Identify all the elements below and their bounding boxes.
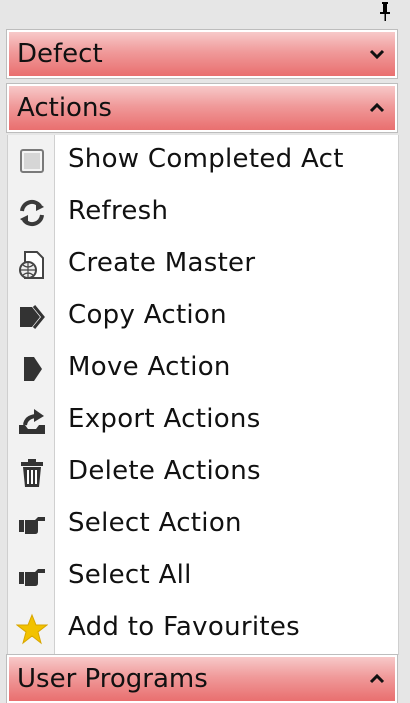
action-delete[interactable]: Delete Actions (8, 447, 398, 499)
trash-icon (21, 459, 43, 487)
section-header-defect[interactable]: Defect (6, 29, 398, 79)
arrow-tag-icon (24, 357, 42, 381)
panel-top-bar (0, 0, 410, 24)
action-create-master[interactable]: Create Master (8, 239, 398, 291)
double-arrow-icon (20, 305, 45, 329)
pointing-hand-icon (19, 569, 45, 586)
actions-list: Show Completed Act Refresh Create Master… (7, 135, 399, 655)
section-header-actions[interactable]: Actions (6, 83, 398, 133)
document-globe-icon (19, 251, 44, 279)
chevron-up-icon[interactable] (369, 102, 385, 114)
action-label: Add to Favourites (68, 612, 300, 642)
action-label: Move Action (68, 352, 231, 382)
action-add-favourites[interactable]: Add to Favourites (8, 603, 398, 655)
action-label: Delete Actions (68, 456, 261, 486)
action-label: Copy Action (68, 300, 227, 330)
export-icon (19, 409, 45, 434)
action-export[interactable]: Export Actions (8, 395, 398, 447)
checkbox-icon[interactable] (16, 145, 48, 177)
action-select-all[interactable]: Select All (8, 551, 398, 603)
action-label: Show Completed Act (68, 144, 344, 174)
action-copy[interactable]: Copy Action (8, 291, 398, 343)
pointing-hand-icon (19, 517, 45, 534)
chevron-up-icon[interactable] (369, 673, 385, 685)
action-label: Create Master (68, 248, 256, 278)
action-label: Select All (68, 560, 192, 590)
action-label: Refresh (68, 196, 169, 226)
pin-icon[interactable] (378, 2, 392, 22)
section-title-user-programs: User Programs (17, 664, 208, 694)
star-icon (16, 613, 48, 645)
action-refresh[interactable]: Refresh (8, 187, 398, 239)
action-label: Select Action (68, 508, 242, 538)
section-header-user-programs[interactable]: User Programs (6, 654, 398, 703)
action-move[interactable]: Move Action (8, 343, 398, 395)
chevron-down-icon[interactable] (369, 48, 385, 60)
section-title-defect: Defect (17, 39, 103, 69)
action-label: Export Actions (68, 404, 261, 434)
refresh-icon (20, 199, 44, 227)
action-select[interactable]: Select Action (8, 499, 398, 551)
section-title-actions: Actions (17, 93, 112, 123)
action-show-completed[interactable]: Show Completed Act (8, 135, 398, 187)
